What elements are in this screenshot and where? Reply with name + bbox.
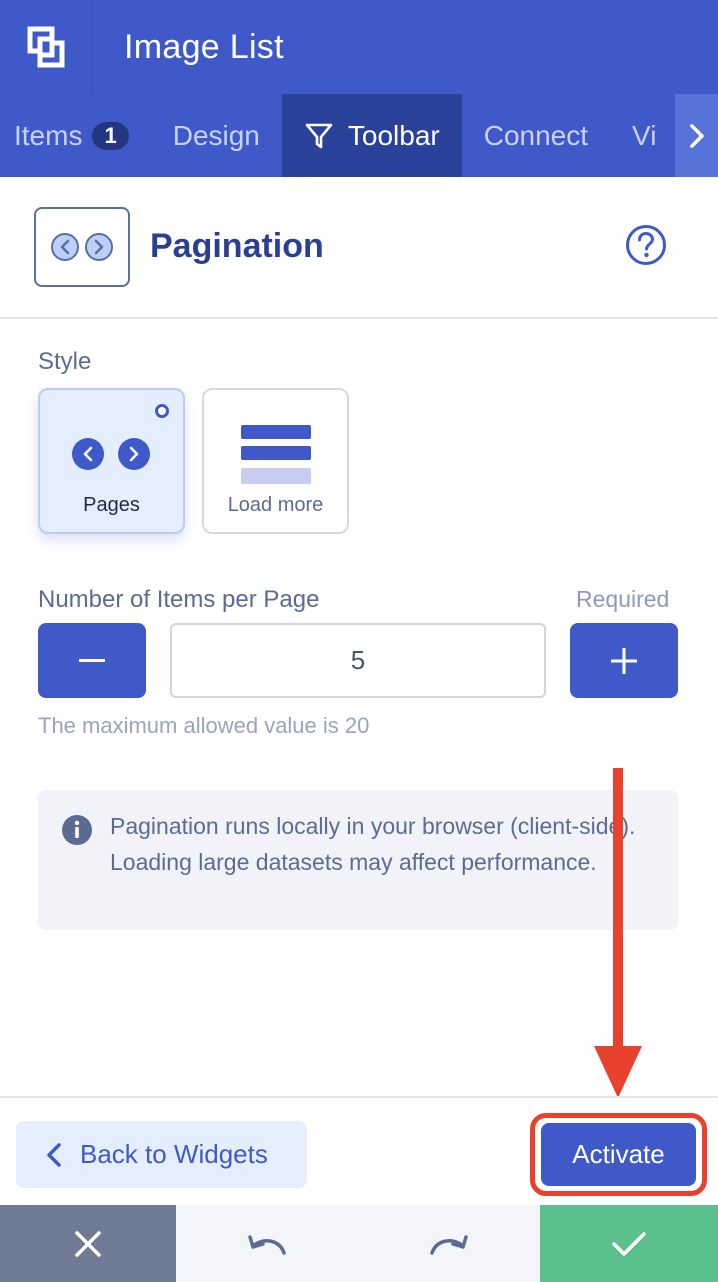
load-more-icon	[240, 425, 311, 484]
filter-icon	[304, 121, 334, 151]
redo-icon	[430, 1234, 468, 1255]
undo-icon	[248, 1234, 286, 1255]
undo-button[interactable]	[176, 1205, 358, 1282]
tab-design[interactable]: Design	[151, 94, 282, 177]
widget-title: Pagination	[150, 227, 324, 265]
brand-logo-icon	[0, 0, 93, 94]
checkmark-icon	[612, 1231, 646, 1256]
back-to-widgets-label: Back to Widgets	[80, 1139, 268, 1169]
history-controls	[176, 1205, 540, 1282]
selected-indicator	[155, 404, 169, 418]
tab-toolbar[interactable]: Toolbar	[281, 94, 462, 177]
tabs-scroll-right-button[interactable]	[675, 94, 718, 177]
tab-view[interactable]: Vi	[610, 94, 678, 177]
info-text: Pagination runs locally in your browser …	[110, 813, 636, 875]
tab-bar: Items 1 Design Toolbar Connect Vi	[0, 94, 718, 177]
minus-icon	[79, 658, 105, 662]
tab-connect[interactable]: Connect	[462, 94, 610, 177]
style-label: Style	[38, 348, 92, 375]
confirm-button[interactable]	[540, 1205, 718, 1282]
chevron-left-icon	[47, 1142, 61, 1167]
style-option-pages[interactable]: Pages	[38, 388, 185, 534]
items-per-page-label: Number of Items per Page	[38, 586, 320, 613]
widget-header: Pagination	[0, 177, 718, 319]
pagination-icon	[34, 207, 130, 287]
plus-icon	[611, 647, 637, 674]
style-option-pages-label: Pages	[83, 494, 140, 516]
app-title: Image List	[124, 27, 284, 66]
decrement-button[interactable]	[38, 623, 146, 698]
info-icon	[61, 814, 93, 851]
bottom-action-bar	[0, 1205, 718, 1282]
tab-design-label: Design	[172, 119, 260, 151]
tab-items-label: Items	[14, 119, 83, 151]
info-notice: Pagination runs locally in your browser …	[38, 790, 678, 930]
required-label: Required	[576, 586, 670, 612]
question-icon[interactable]	[624, 223, 668, 272]
tab-items[interactable]: Items 1	[0, 94, 151, 177]
back-to-widgets-button[interactable]: Back to Widgets	[16, 1121, 307, 1188]
style-option-load-more-label: Load more	[227, 494, 324, 516]
tab-toolbar-label: Toolbar	[347, 119, 440, 151]
annotation-arrow-line	[613, 768, 623, 1060]
page-arrows-icon	[71, 438, 150, 470]
activate-button[interactable]: Activate	[541, 1123, 696, 1186]
annotation-arrow-head	[594, 1046, 642, 1098]
tab-connect-label: Connect	[483, 119, 589, 151]
footer-bar: Back to Widgets Activate	[0, 1096, 718, 1205]
cancel-button[interactable]	[0, 1205, 176, 1282]
tab-view-label: Vi	[632, 119, 657, 151]
redo-button[interactable]	[358, 1205, 540, 1282]
increment-button[interactable]	[570, 623, 678, 698]
style-option-load-more[interactable]: Load more	[202, 388, 349, 534]
items-per-page-input[interactable]	[170, 623, 546, 698]
chevron-right-icon	[689, 123, 704, 148]
app-header: Image List	[0, 0, 718, 94]
items-count-badge: 1	[92, 121, 129, 150]
close-icon	[75, 1230, 101, 1257]
max-value-hint: The maximum allowed value is 20	[38, 713, 370, 738]
